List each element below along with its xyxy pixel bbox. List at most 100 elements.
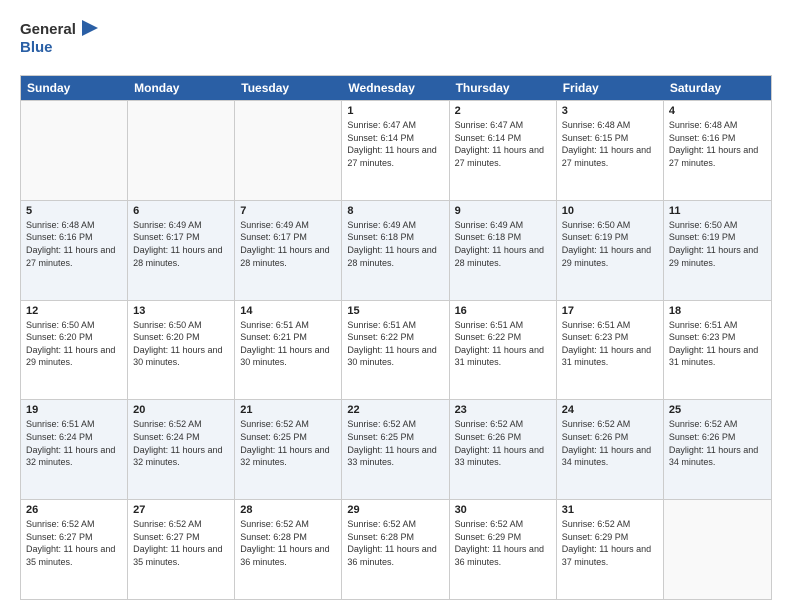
- weekday-header: Sunday: [21, 76, 128, 100]
- day-number: 1: [347, 105, 443, 117]
- calendar-cell: 30Sunrise: 6:52 AM Sunset: 6:29 PM Dayli…: [450, 500, 557, 599]
- calendar-cell: 12Sunrise: 6:50 AM Sunset: 6:20 PM Dayli…: [21, 301, 128, 400]
- day-detail: Sunrise: 6:52 AM Sunset: 6:28 PM Dayligh…: [347, 518, 443, 568]
- day-detail: Sunrise: 6:50 AM Sunset: 6:19 PM Dayligh…: [669, 219, 766, 269]
- day-detail: Sunrise: 6:51 AM Sunset: 6:22 PM Dayligh…: [347, 319, 443, 369]
- day-detail: Sunrise: 6:52 AM Sunset: 6:26 PM Dayligh…: [455, 418, 551, 468]
- day-detail: Sunrise: 6:52 AM Sunset: 6:29 PM Dayligh…: [455, 518, 551, 568]
- day-number: 14: [240, 305, 336, 317]
- day-number: 6: [133, 205, 229, 217]
- calendar-cell: [21, 101, 128, 200]
- day-number: 4: [669, 105, 766, 117]
- day-number: 3: [562, 105, 658, 117]
- weekday-header: Saturday: [664, 76, 771, 100]
- day-detail: Sunrise: 6:52 AM Sunset: 6:27 PM Dayligh…: [26, 518, 122, 568]
- calendar-cell: 6 Sunrise: 6:49 AM Sunset: 6:17 PM Daylig…: [128, 201, 235, 300]
- day-number: 17: [562, 305, 658, 317]
- calendar-cell: 22 Sunrise: 6:52 AM Sunset: 6:25 PM Dayli…: [342, 400, 449, 499]
- day-number: 24: [562, 404, 658, 416]
- day-number: 27: [133, 504, 229, 516]
- calendar-cell: 31Sunrise: 6:52 AM Sunset: 6:29 PM Dayli…: [557, 500, 664, 599]
- day-number: 28: [240, 504, 336, 516]
- calendar-cell: 20 Sunrise: 6:52 AM Sunset: 6:24 PM Dayli…: [128, 400, 235, 499]
- calendar-body: 1 Sunrise: 6:47 AM Sunset: 6:14 PM Daylig…: [21, 100, 771, 599]
- svg-text:Blue: Blue: [20, 39, 53, 56]
- calendar-cell: 10 Sunrise: 6:50 AM Sunset: 6:19 PM Dayli…: [557, 201, 664, 300]
- day-detail: Sunrise: 6:49 AM Sunset: 6:17 PM Dayligh…: [133, 219, 229, 269]
- day-detail: Sunrise: 6:52 AM Sunset: 6:26 PM Dayligh…: [669, 418, 766, 468]
- day-number: 2: [455, 105, 551, 117]
- svg-text:General: General: [20, 21, 76, 38]
- day-detail: Sunrise: 6:51 AM Sunset: 6:23 PM Dayligh…: [562, 319, 658, 369]
- calendar-cell: 7 Sunrise: 6:49 AM Sunset: 6:17 PM Daylig…: [235, 201, 342, 300]
- logo-area: General Blue: [20, 16, 105, 65]
- day-number: 16: [455, 305, 551, 317]
- day-number: 20: [133, 404, 229, 416]
- calendar-header: SundayMondayTuesdayWednesdayThursdayFrid…: [21, 76, 771, 100]
- day-detail: Sunrise: 6:52 AM Sunset: 6:24 PM Dayligh…: [133, 418, 229, 468]
- day-number: 5: [26, 205, 122, 217]
- calendar-cell: 25 Sunrise: 6:52 AM Sunset: 6:26 PM Dayli…: [664, 400, 771, 499]
- calendar-cell: 21 Sunrise: 6:52 AM Sunset: 6:25 PM Dayli…: [235, 400, 342, 499]
- calendar-row: 5 Sunrise: 6:48 AM Sunset: 6:16 PM Daylig…: [21, 200, 771, 300]
- day-detail: Sunrise: 6:47 AM Sunset: 6:14 PM Dayligh…: [347, 119, 443, 169]
- day-number: 9: [455, 205, 551, 217]
- calendar-row: 26Sunrise: 6:52 AM Sunset: 6:27 PM Dayli…: [21, 499, 771, 599]
- calendar-cell: 27 Sunrise: 6:52 AM Sunset: 6:27 PM Dayli…: [128, 500, 235, 599]
- day-number: 29: [347, 504, 443, 516]
- weekday-header: Monday: [128, 76, 235, 100]
- calendar-cell: 16 Sunrise: 6:51 AM Sunset: 6:22 PM Dayli…: [450, 301, 557, 400]
- day-detail: Sunrise: 6:49 AM Sunset: 6:18 PM Dayligh…: [347, 219, 443, 269]
- day-number: 12: [26, 305, 122, 317]
- calendar-cell: 23 Sunrise: 6:52 AM Sunset: 6:26 PM Dayli…: [450, 400, 557, 499]
- day-detail: Sunrise: 6:49 AM Sunset: 6:17 PM Dayligh…: [240, 219, 336, 269]
- weekday-header: Tuesday: [235, 76, 342, 100]
- calendar-cell: 19Sunrise: 6:51 AM Sunset: 6:24 PM Dayli…: [21, 400, 128, 499]
- day-number: 15: [347, 305, 443, 317]
- day-detail: Sunrise: 6:52 AM Sunset: 6:27 PM Dayligh…: [133, 518, 229, 568]
- calendar-cell: [128, 101, 235, 200]
- day-number: 7: [240, 205, 336, 217]
- calendar-cell: 17 Sunrise: 6:51 AM Sunset: 6:23 PM Dayli…: [557, 301, 664, 400]
- calendar-cell: 11Sunrise: 6:50 AM Sunset: 6:19 PM Dayli…: [664, 201, 771, 300]
- day-number: 25: [669, 404, 766, 416]
- day-detail: Sunrise: 6:52 AM Sunset: 6:25 PM Dayligh…: [240, 418, 336, 468]
- day-detail: Sunrise: 6:48 AM Sunset: 6:16 PM Dayligh…: [26, 219, 122, 269]
- calendar-row: 19Sunrise: 6:51 AM Sunset: 6:24 PM Dayli…: [21, 399, 771, 499]
- calendar-cell: 2 Sunrise: 6:47 AM Sunset: 6:14 PM Daylig…: [450, 101, 557, 200]
- day-detail: Sunrise: 6:52 AM Sunset: 6:28 PM Dayligh…: [240, 518, 336, 568]
- calendar-cell: 15 Sunrise: 6:51 AM Sunset: 6:22 PM Dayli…: [342, 301, 449, 400]
- day-number: 22: [347, 404, 443, 416]
- calendar-cell: 5 Sunrise: 6:48 AM Sunset: 6:16 PM Daylig…: [21, 201, 128, 300]
- day-detail: Sunrise: 6:47 AM Sunset: 6:14 PM Dayligh…: [455, 119, 551, 169]
- calendar-row: 12Sunrise: 6:50 AM Sunset: 6:20 PM Dayli…: [21, 300, 771, 400]
- page: General Blue SundayMondayTuesdayWednesda…: [0, 0, 792, 612]
- day-number: 23: [455, 404, 551, 416]
- calendar: SundayMondayTuesdayWednesdayThursdayFrid…: [20, 75, 772, 600]
- day-number: 18: [669, 305, 766, 317]
- calendar-cell: 26Sunrise: 6:52 AM Sunset: 6:27 PM Dayli…: [21, 500, 128, 599]
- day-detail: Sunrise: 6:48 AM Sunset: 6:15 PM Dayligh…: [562, 119, 658, 169]
- day-detail: Sunrise: 6:52 AM Sunset: 6:25 PM Dayligh…: [347, 418, 443, 468]
- day-detail: Sunrise: 6:51 AM Sunset: 6:23 PM Dayligh…: [669, 319, 766, 369]
- calendar-cell: 28 Sunrise: 6:52 AM Sunset: 6:28 PM Dayli…: [235, 500, 342, 599]
- day-number: 10: [562, 205, 658, 217]
- day-detail: Sunrise: 6:49 AM Sunset: 6:18 PM Dayligh…: [455, 219, 551, 269]
- day-detail: Sunrise: 6:52 AM Sunset: 6:29 PM Dayligh…: [562, 518, 658, 568]
- day-detail: Sunrise: 6:50 AM Sunset: 6:19 PM Dayligh…: [562, 219, 658, 269]
- calendar-cell: 14Sunrise: 6:51 AM Sunset: 6:21 PM Dayli…: [235, 301, 342, 400]
- day-number: 13: [133, 305, 229, 317]
- weekday-header: Thursday: [450, 76, 557, 100]
- calendar-cell: 18 Sunrise: 6:51 AM Sunset: 6:23 PM Dayli…: [664, 301, 771, 400]
- calendar-cell: 4Sunrise: 6:48 AM Sunset: 6:16 PM Daylig…: [664, 101, 771, 200]
- day-detail: Sunrise: 6:51 AM Sunset: 6:24 PM Dayligh…: [26, 418, 122, 468]
- weekday-header: Friday: [557, 76, 664, 100]
- day-detail: Sunrise: 6:51 AM Sunset: 6:22 PM Dayligh…: [455, 319, 551, 369]
- calendar-cell: 24Sunrise: 6:52 AM Sunset: 6:26 PM Dayli…: [557, 400, 664, 499]
- calendar-cell: [664, 500, 771, 599]
- day-number: 21: [240, 404, 336, 416]
- calendar-cell: 8Sunrise: 6:49 AM Sunset: 6:18 PM Daylig…: [342, 201, 449, 300]
- calendar-cell: 29 Sunrise: 6:52 AM Sunset: 6:28 PM Dayli…: [342, 500, 449, 599]
- calendar-cell: 13Sunrise: 6:50 AM Sunset: 6:20 PM Dayli…: [128, 301, 235, 400]
- logo: General Blue: [20, 16, 105, 65]
